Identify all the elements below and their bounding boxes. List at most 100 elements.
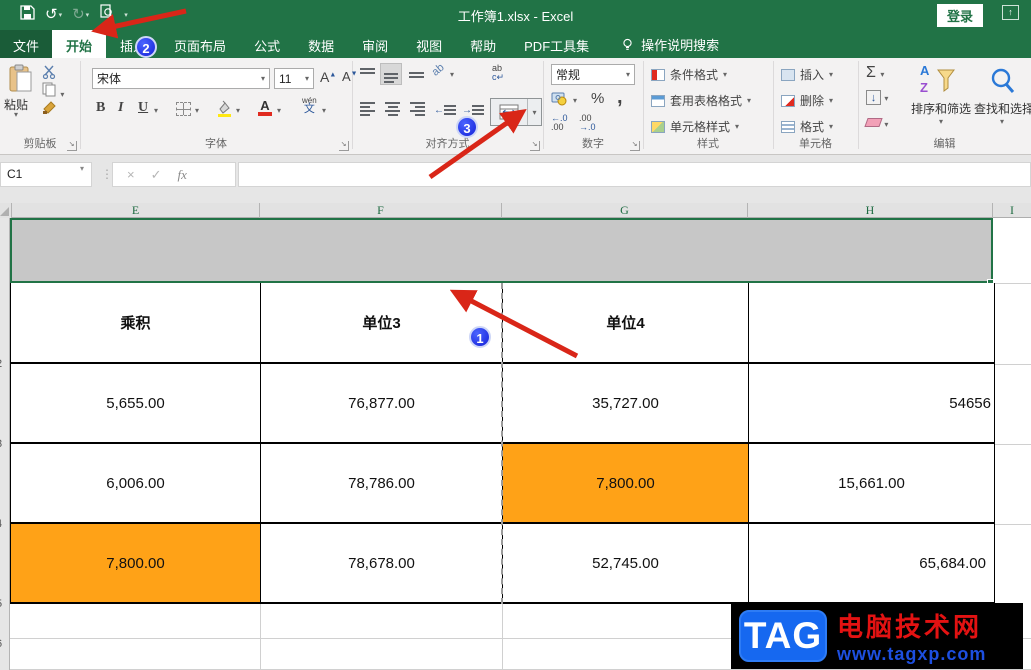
cell-f2[interactable]: 单位3: [261, 283, 503, 364]
insert-cells-button[interactable]: 插入 ▾: [781, 66, 833, 83]
font-name-select[interactable]: 宋体 ▾: [92, 68, 270, 89]
sign-in-button[interactable]: 登录: [936, 4, 983, 27]
select-all-corner[interactable]: [0, 203, 12, 218]
font-color-icon[interactable]: A: [258, 99, 272, 116]
copy-dropdown-icon[interactable]: ▾: [60, 90, 64, 99]
row-header-3[interactable]: 3: [0, 438, 10, 450]
number-dialog-launcher-icon[interactable]: ↘: [630, 141, 640, 151]
autosum-button[interactable]: Σ ▾: [866, 64, 884, 82]
tab-home[interactable]: 开始: [52, 30, 107, 58]
tab-help[interactable]: 帮助: [456, 30, 510, 58]
paste-icon[interactable]: [8, 64, 34, 97]
tab-review[interactable]: 审阅: [348, 30, 402, 58]
cancel-icon[interactable]: ×: [127, 167, 135, 182]
align-left-icon[interactable]: [360, 102, 375, 116]
align-bottom-icon[interactable]: [409, 72, 424, 78]
cell-f5[interactable]: 78,678.00: [261, 524, 503, 604]
column-header-i[interactable]: I: [993, 203, 1031, 218]
column-header-e[interactable]: E: [12, 203, 260, 218]
cell-f4[interactable]: 78,786.00: [261, 444, 503, 524]
fill-color-dropdown-icon[interactable]: ▾: [236, 106, 240, 115]
phonetic-guide-icon[interactable]: wén 文: [302, 96, 317, 115]
find-select-button[interactable]: 查找和选择 ▾: [974, 62, 1031, 126]
align-top-icon[interactable]: [360, 68, 375, 74]
font-size-select[interactable]: 11 ▾: [274, 68, 314, 89]
cell-g2[interactable]: 单位4: [503, 283, 749, 364]
accounting-dropdown-icon[interactable]: ▾: [573, 96, 577, 105]
column-header-h[interactable]: H: [748, 203, 993, 218]
italic-button[interactable]: I: [118, 100, 123, 116]
ribbon-display-options-icon[interactable]: ↑: [1002, 5, 1019, 20]
column-header-f[interactable]: F: [260, 203, 502, 218]
fill-button[interactable]: ↓ ▾: [866, 90, 888, 105]
name-box[interactable]: C1: [0, 162, 92, 187]
formula-input[interactable]: [238, 162, 1031, 187]
cell-g5[interactable]: 52,745.00: [503, 524, 749, 604]
column-header-g[interactable]: G: [502, 203, 748, 218]
number-format-select[interactable]: 常规 ▾: [551, 64, 635, 85]
cell-h2[interactable]: [749, 283, 995, 364]
clear-button[interactable]: ▾: [864, 116, 888, 130]
cut-icon[interactable]: [42, 65, 58, 82]
cell-h3[interactable]: 54656: [749, 364, 995, 444]
grow-font-button[interactable]: A▲: [320, 69, 336, 85]
row-header-4[interactable]: 4: [0, 518, 10, 530]
align-middle-icon[interactable]: [380, 63, 402, 85]
format-painter-icon[interactable]: [42, 100, 57, 118]
fill-color-icon[interactable]: [216, 100, 233, 120]
clipboard-dialog-launcher-icon[interactable]: ↘: [67, 141, 77, 151]
cell-e5[interactable]: 7,800.00: [11, 524, 261, 604]
comma-style-button[interactable]: ,: [617, 86, 623, 109]
insert-function-icon[interactable]: fx: [178, 167, 187, 183]
orientation-icon[interactable]: ab: [430, 61, 447, 78]
font-color-dropdown-icon[interactable]: ▾: [277, 106, 281, 115]
cell-e3[interactable]: 5,655.00: [11, 364, 261, 444]
accounting-format-icon[interactable]: [551, 91, 568, 109]
decrease-decimal-button[interactable]: .00 →.0: [579, 114, 596, 132]
copy-icon[interactable]: ▾: [42, 82, 64, 100]
merge-center-dropdown-icon[interactable]: ▾: [527, 99, 541, 125]
bold-button[interactable]: B: [96, 100, 105, 116]
row-header-2[interactable]: 2: [0, 358, 10, 370]
align-right-icon[interactable]: [410, 102, 425, 116]
align-center-icon[interactable]: [385, 102, 400, 116]
enter-icon[interactable]: ✓: [151, 167, 162, 183]
tab-formulas[interactable]: 公式: [240, 30, 294, 58]
format-as-table-button[interactable]: 套用表格格式 ▾: [651, 92, 751, 109]
tab-pdf-tools[interactable]: PDF工具集: [510, 30, 603, 58]
borders-dropdown-icon[interactable]: ▾: [195, 106, 199, 115]
percent-style-button[interactable]: %: [591, 90, 604, 107]
conditional-formatting-button[interactable]: 条件格式 ▾: [651, 66, 727, 83]
cell-g4[interactable]: 7,800.00: [503, 444, 749, 524]
increase-decimal-button[interactable]: ←.0.00: [551, 114, 568, 132]
cell-e2[interactable]: 乘积: [11, 283, 261, 364]
orientation-dropdown-icon[interactable]: ▾: [450, 70, 454, 79]
row-header-5[interactable]: 5: [0, 598, 10, 610]
row-header-6[interactable]: 6: [0, 638, 10, 650]
paste-dropdown-icon[interactable]: ▾: [14, 110, 18, 119]
font-dialog-launcher-icon[interactable]: ↘: [339, 141, 349, 151]
merge-center-icon[interactable]: [491, 99, 527, 125]
tab-view[interactable]: 视图: [402, 30, 456, 58]
cell-f3[interactable]: 76,877.00: [261, 364, 503, 444]
format-cells-button[interactable]: 格式 ▾: [781, 118, 833, 135]
sort-filter-button[interactable]: A Z 排序和筛选 ▾: [910, 62, 972, 126]
cell-h4[interactable]: 15,661.00: [749, 444, 995, 524]
borders-icon[interactable]: [176, 102, 191, 116]
tab-data[interactable]: 数据: [294, 30, 348, 58]
tell-me-search[interactable]: 操作说明搜索: [603, 30, 719, 58]
merge-center-button[interactable]: ▾: [490, 98, 542, 126]
tab-file[interactable]: 文件: [0, 30, 53, 58]
increase-indent-icon[interactable]: →: [462, 102, 484, 116]
phonetic-dropdown-icon[interactable]: ▾: [322, 106, 326, 115]
cell-styles-button[interactable]: 单元格样式 ▾: [651, 118, 739, 135]
cell-e4[interactable]: 6,006.00: [11, 444, 261, 524]
tab-page-layout[interactable]: 页面布局: [160, 30, 240, 58]
delete-cells-button[interactable]: 删除 ▾: [781, 92, 833, 109]
underline-dropdown-icon[interactable]: ▾: [154, 106, 158, 115]
wrap-text-icon[interactable]: ab c↵: [492, 64, 504, 82]
decrease-indent-icon[interactable]: ←: [434, 102, 456, 116]
cell-h5[interactable]: 65,684.00: [749, 524, 995, 604]
alignment-dialog-launcher-icon[interactable]: ↘: [530, 141, 540, 151]
cell-g3[interactable]: 35,727.00: [503, 364, 749, 444]
